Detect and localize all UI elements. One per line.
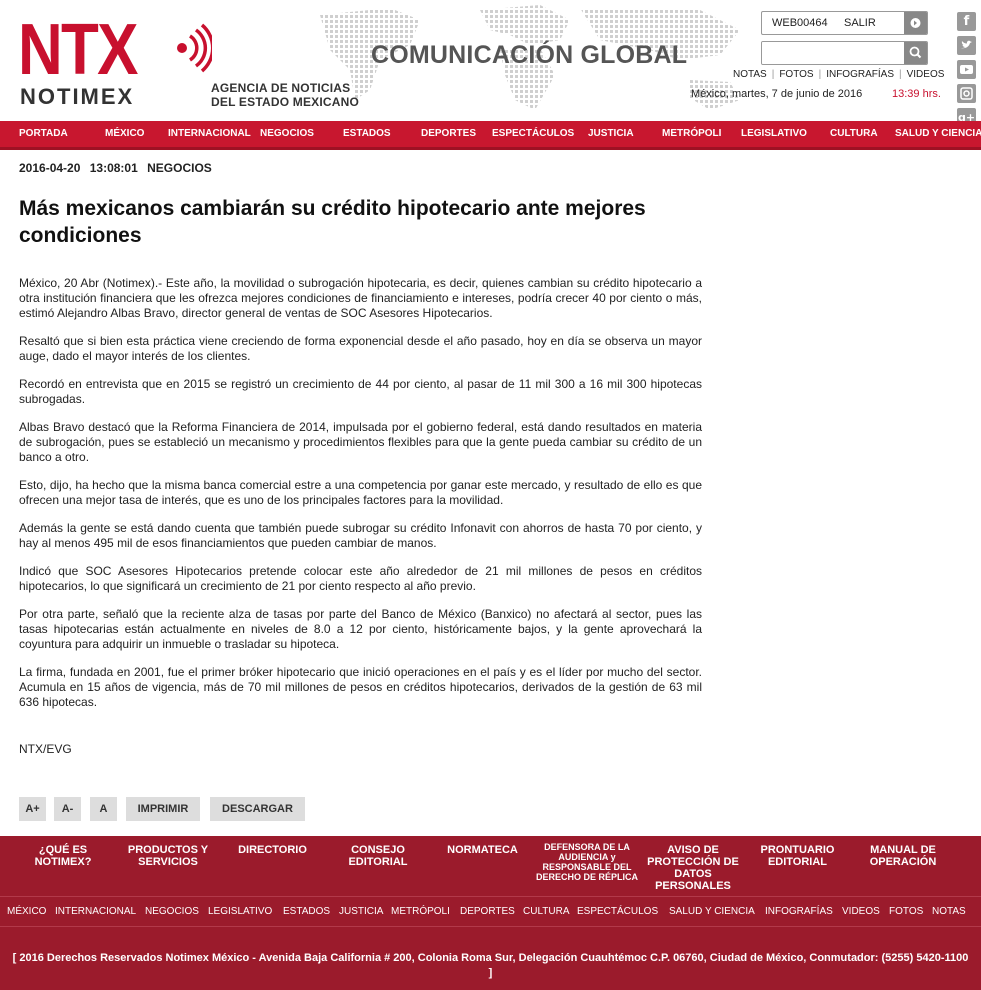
youtube-icon[interactable] [957, 60, 976, 79]
article-time: 13:08:01 [89, 161, 138, 175]
footer-link-manual[interactable]: MANUAL DE OPERACIÓN [862, 844, 944, 868]
footer-nav-internacional[interactable]: INTERNACIONAL [55, 906, 136, 917]
nav-internacional[interactable]: INTERNACIONAL [168, 121, 251, 150]
section-title: COMUNICACIÓN GLOBAL [371, 41, 688, 69]
nav-espectaculos[interactable]: ESPECTÁCULOS [492, 121, 574, 150]
footer-nav: MÉXICO INTERNACIONAL NEGOCIOS LEGISLATIV… [0, 896, 981, 926]
twitter-icon[interactable] [957, 36, 976, 55]
font-increase-button[interactable]: A+ [19, 797, 46, 821]
search-box [761, 41, 928, 65]
print-button[interactable]: IMPRIMIR [126, 797, 200, 821]
user-box: WEB00464 SALIR [761, 11, 928, 35]
font-reset-button[interactable]: A [90, 797, 117, 821]
arrow-right-icon [910, 18, 921, 28]
search-button[interactable] [904, 42, 927, 64]
signal-waves-icon [177, 23, 212, 73]
footer-links: ¿QUÉ ES NOTIMEX? PRODUCTOS Y SERVICIOS D… [0, 836, 981, 896]
nav-portada[interactable]: PORTADA [19, 121, 68, 150]
footer-nav-justicia[interactable]: JUSTICIA [339, 906, 383, 917]
top-link-fotos[interactable]: FOTOS [779, 69, 813, 80]
article-paragraph: Indicó que SOC Asesores Hipotecarios pre… [19, 564, 702, 593]
separator: | [899, 69, 902, 80]
footer-link-productos[interactable]: PRODUCTOS Y SERVICIOS [123, 844, 213, 868]
copyright-text: [ 2016 Derechos Reservados Notimex Méxic… [12, 952, 969, 979]
logo-notimex: NOTIMEX [20, 84, 135, 109]
logout-link[interactable]: SALIR [844, 17, 876, 29]
article-paragraph: Además la gente se está dando cuenta que… [19, 521, 702, 550]
article-paragraph: Esto, dijo, ha hecho que la misma banca … [19, 478, 702, 507]
separator: | [771, 69, 775, 80]
search-input[interactable] [762, 42, 904, 64]
agency-tagline: AGENCIA DE NOTICIAS DEL ESTADO MEXICANO [211, 81, 359, 109]
footer-nav-metropoli[interactable]: METRÓPOLI [391, 906, 450, 917]
notimex-logo[interactable]: NTX NOTIMEX [18, 14, 218, 109]
current-date: México, martes, 7 de junio de 2016 [691, 88, 863, 100]
article-date: 2016-04-20 [19, 161, 81, 175]
article-body: México, 20 Abr (Notimex).- Este año, la … [19, 276, 702, 723]
footer-nav-mexico[interactable]: MÉXICO [7, 906, 46, 917]
current-time: 13:39 hrs. [892, 88, 941, 100]
footer-copyright: [ 2016 Derechos Reservados Notimex Méxic… [0, 926, 981, 990]
article-paragraph: La firma, fundada en 2001, fue el primer… [19, 665, 702, 709]
agency-line-1: AGENCIA DE NOTICIAS [211, 81, 351, 95]
footer-link-consejo[interactable]: CONSEJO EDITORIAL [343, 844, 413, 868]
article-paragraph: México, 20 Abr (Notimex).- Este año, la … [19, 276, 702, 320]
facebook-icon[interactable]: f [957, 12, 976, 31]
footer-link-directorio[interactable]: DIRECTORIO [230, 844, 315, 856]
site-header: NTX NOTIMEX AGENCIA DE NOTICIAS DEL ESTA… [0, 0, 981, 121]
footer-nav-legislativo[interactable]: LEGISLATIVO [208, 906, 272, 917]
footer-nav-fotos[interactable]: FOTOS [889, 906, 923, 917]
footer-link-que-es[interactable]: ¿QUÉ ES NOTIMEX? [28, 844, 98, 868]
nav-deportes[interactable]: DEPORTES [421, 121, 476, 150]
nav-salud-ciencia[interactable]: SALUD Y CIENCIA [895, 121, 981, 150]
footer-nav-salud-ciencia[interactable]: SALUD Y CIENCIA [669, 906, 755, 917]
footer-link-normateca[interactable]: NORMATECA [440, 844, 525, 856]
footer-link-defensora[interactable]: DEFENSORA DE LA AUDIENCIA y RESPONSABLE … [536, 842, 638, 882]
article-meta: 2016-04-20 13:08:01 NEGOCIOS [19, 161, 218, 175]
article-paragraph: Recordó en entrevista que en 2015 se reg… [19, 377, 702, 406]
agency-line-2: DEL ESTADO MEXICANO [211, 95, 360, 109]
top-link-notas[interactable]: NOTAS [733, 69, 767, 80]
search-icon [909, 46, 922, 59]
instagram-icon[interactable] [957, 84, 976, 103]
article-paragraph: Resaltó que si bien esta práctica viene … [19, 334, 702, 363]
top-links: NOTAS | FOTOS | INFOGRAFÍAS | VIDEOS [733, 69, 944, 80]
footer-nav-negocios[interactable]: NEGOCIOS [145, 906, 199, 917]
top-link-infografias[interactable]: INFOGRAFÍAS [826, 69, 894, 80]
nav-justicia[interactable]: JUSTICIA [588, 121, 634, 150]
nav-legislativo[interactable]: LEGISLATIVO [741, 121, 807, 150]
font-decrease-button[interactable]: A- [54, 797, 81, 821]
footer-nav-espectaculos[interactable]: ESPECTÁCULOS [577, 906, 658, 917]
footer-nav-infografias[interactable]: INFOGRAFÍAS [765, 906, 833, 917]
logo-ntx: NTX [18, 10, 138, 90]
download-button[interactable]: DESCARGAR [210, 797, 305, 821]
username: WEB00464 [772, 17, 828, 29]
footer-nav-notas[interactable]: NOTAS [932, 906, 966, 917]
nav-estados[interactable]: ESTADOS [343, 121, 391, 150]
social-icons: f g+ [957, 12, 976, 121]
footer-nav-cultura[interactable]: CULTURA [523, 906, 569, 917]
article-signature: NTX/EVG [19, 742, 72, 756]
separator: | [818, 69, 822, 80]
top-link-videos[interactable]: VIDEOS [907, 69, 945, 80]
footer-nav-deportes[interactable]: DEPORTES [460, 906, 515, 917]
googleplus-icon[interactable]: g+ [957, 108, 976, 121]
footer-nav-estados[interactable]: ESTADOS [283, 906, 330, 917]
article-paragraph: Por otra parte, señaló que la reciente a… [19, 607, 702, 651]
article-section: NEGOCIOS [147, 161, 212, 175]
nav-negocios[interactable]: NEGOCIOS [260, 121, 314, 150]
logout-button[interactable] [904, 12, 927, 34]
footer-link-prontuario[interactable]: PRONTUARIO EDITORIAL [755, 844, 840, 868]
main-nav: PORTADA MÉXICO INTERNACIONAL NEGOCIOS ES… [0, 121, 981, 150]
nav-cultura[interactable]: CULTURA [830, 121, 878, 150]
article-paragraph: Albas Bravo destacó que la Reforma Finan… [19, 420, 702, 464]
footer-nav-videos[interactable]: VIDEOS [842, 906, 880, 917]
article-title: Más mexicanos cambiarán su crédito hipot… [19, 197, 646, 247]
footer-link-aviso[interactable]: AVISO DE PROTECCIÓN DE DATOS PERSONALES [643, 844, 743, 892]
nav-metropoli[interactable]: METRÓPOLI [662, 121, 721, 150]
nav-mexico[interactable]: MÉXICO [105, 121, 144, 150]
